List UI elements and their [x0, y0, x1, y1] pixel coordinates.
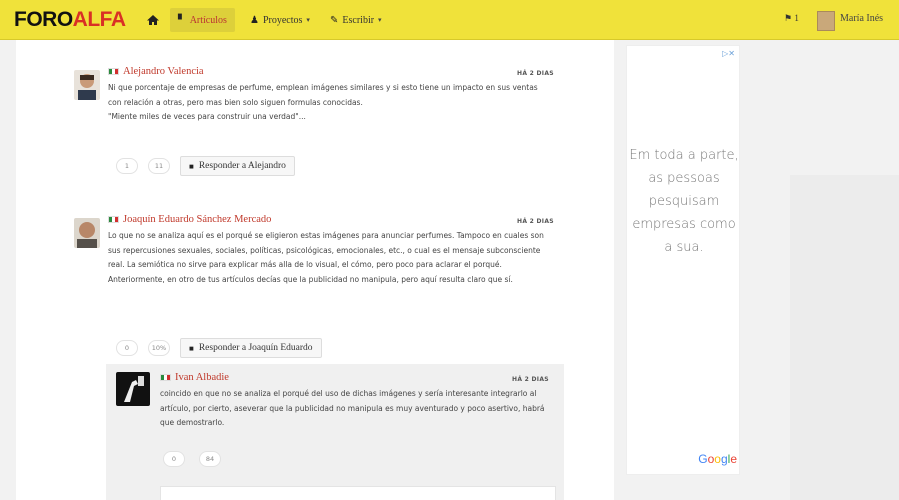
vote-down-button[interactable]: 10%	[148, 340, 170, 356]
user-avatar[interactable]	[817, 11, 835, 31]
comment-date: HÁ 2 DIAS	[517, 70, 554, 77]
nested-reply	[106, 364, 564, 500]
comment-icon: ■	[189, 343, 194, 353]
top-navigation-bar: FOROALFA ▘ Artículos ♟ Proyectos ▾ ✎ Esc…	[0, 0, 899, 40]
avatar[interactable]	[74, 218, 100, 248]
notifications-flag[interactable]: ⚑ 1	[784, 13, 799, 24]
vote-down-button[interactable]: 84	[199, 451, 221, 467]
caret-down-icon: ▾	[306, 16, 310, 24]
mexico-flag-icon	[160, 374, 171, 382]
comment-icon: ■	[189, 161, 194, 171]
user-icon: ♟	[250, 14, 259, 26]
mexico-flag-icon	[108, 68, 119, 76]
adchoices-close-icon[interactable]: ▷✕	[722, 49, 735, 58]
sidebar-placeholder	[790, 175, 899, 500]
reply-input-box[interactable]	[160, 486, 556, 500]
user-name[interactable]: María Inés	[840, 13, 883, 24]
reply-button[interactable]: ■ Responder a Joaquín Eduardo	[180, 338, 322, 358]
google-logo: Google	[698, 452, 737, 466]
comment-body: Ni que porcentaje de empresas de perfume…	[108, 83, 538, 121]
comment-body: Lo que no se analiza aquí es el porqué s…	[108, 231, 544, 284]
reply-button[interactable]: ■ Responder a Alejandro	[180, 156, 295, 176]
nav-articulos[interactable]: ▘ Artículos	[170, 8, 235, 32]
comment-body: coincido en que no se analiza el porqué …	[160, 389, 545, 427]
nav-escribir[interactable]: ✎ Escribir ▾	[322, 8, 390, 32]
caret-down-icon: ▾	[378, 16, 382, 24]
vote-up-button[interactable]: 0	[163, 451, 185, 467]
advertisement[interactable]: ▷✕ Em toda a parte, as pessoas pesquisam…	[626, 45, 740, 475]
flag-icon: ⚑	[784, 13, 793, 23]
mexico-flag-icon	[108, 216, 119, 224]
comment-date: HÁ 2 DIAS	[517, 218, 554, 225]
vote-up-button[interactable]: 0	[116, 340, 138, 356]
ad-text: Em toda a parte, as pessoas pesquisam em…	[629, 148, 739, 255]
comment-author[interactable]: Alejandro Valencia	[108, 66, 204, 77]
foroalfa-logo[interactable]: FOROALFA	[14, 8, 126, 32]
comment-author[interactable]: Joaquín Eduardo Sánchez Mercado	[108, 214, 271, 225]
vote-up-button[interactable]: 1	[116, 158, 138, 174]
comment-author[interactable]: Ivan Albadie	[160, 372, 229, 383]
pencil-icon: ✎	[330, 14, 339, 26]
document-icon: ▘	[178, 14, 186, 26]
avatar[interactable]	[116, 372, 150, 406]
vote-down-button[interactable]: 11	[148, 158, 170, 174]
nav-proyectos[interactable]: ♟ Proyectos ▾	[242, 8, 318, 32]
comment-date: HÁ 2 DIAS	[512, 376, 549, 383]
home-icon[interactable]	[146, 13, 160, 27]
avatar[interactable]	[74, 70, 100, 100]
